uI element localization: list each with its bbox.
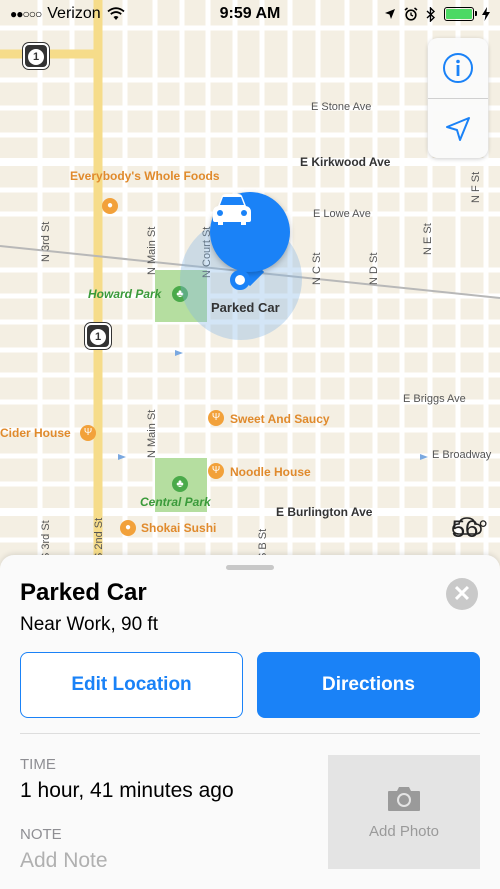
edit-location-button[interactable]: Edit Location [20,652,243,718]
poi-label-cider[interactable]: Cider House [0,426,71,440]
location-tracking-icon [446,116,470,141]
charging-icon [482,7,490,21]
street-label-nf: N F St [470,171,482,203]
street-label-nmain2: N Main St [146,409,158,458]
street-label-nd: N D St [368,252,380,285]
tree-icon[interactable]: ♣ [172,476,188,492]
add-photo-button[interactable]: Add Photo [328,755,480,869]
park-label-central[interactable]: Central Park [140,495,211,509]
street-label-briggs: E Briggs Ave [403,393,466,405]
street-label-kirkwood: E Kirkwood Ave [300,155,391,169]
battery-icon [444,7,477,21]
bluetooth-icon [426,6,436,22]
poi-label-sweet[interactable]: Sweet And Saucy [230,412,330,426]
sheet-grabber[interactable] [226,565,274,570]
divider [20,733,480,734]
street-label-ne: N E St [422,223,434,255]
note-field[interactable]: Add Note [20,849,108,873]
pin-label: Parked Car [211,300,280,315]
close-button[interactable]: ✕ [446,578,478,610]
park-label-howard[interactable]: Howard Park [88,287,161,301]
sushi-icon[interactable]: ● [120,520,136,536]
note-label: NOTE [20,826,62,843]
street-label-broadway: E Broadway [432,449,492,461]
camera-icon [388,786,420,811]
carrier-name: Verizon [47,5,101,22]
poi-label-wholefoods[interactable]: Everybody's Whole Foods [70,170,220,183]
street-label-n3rd: N 3rd St [40,221,52,262]
restaurant-icon[interactable]: Ψ [80,425,96,441]
map-view[interactable]: E Stone Ave E Kirkwood Ave E Lowe Ave E … [0,0,500,560]
info-button[interactable] [428,38,488,98]
parked-car-card: Parked Car Near Work, 90 ft ✕ Edit Locat… [0,555,500,889]
poi-label-noodle[interactable]: Noodle House [230,465,311,479]
restaurant-icon[interactable]: Ψ [208,410,224,426]
location-arrow-icon [385,9,395,19]
street-label-lowe: E Lowe Ave [313,208,371,220]
add-photo-label: Add Photo [368,822,440,840]
wifi-icon [107,7,125,20]
shopping-bag-icon[interactable]: ● [102,198,118,214]
cloud-icon [451,517,482,535]
map-controls [428,38,488,158]
parked-car-pin[interactable] [210,192,290,272]
signal-strength: ●●○○○ [10,7,42,21]
restaurant-icon[interactable]: Ψ [208,463,224,479]
info-icon [443,53,473,83]
card-title: Parked Car [20,579,147,606]
location-dot [230,270,250,290]
street-label-nc: N C St [311,252,323,285]
time-value: 1 hour, 41 minutes ago [20,779,234,802]
highway-shield: 1 [85,323,111,349]
weather-indicator: 56° [452,516,488,544]
highway-shield: 1 [23,43,49,69]
street-label-burlington: E Burlington Ave [276,505,373,519]
street-label-s2nd: S 2nd St [93,517,105,560]
directions-button[interactable]: Directions [257,652,480,718]
close-icon: ✕ [452,581,472,606]
tracking-button[interactable] [428,98,488,158]
car-icon [213,194,251,225]
time-label: TIME [20,756,56,773]
status-bar: ●●○○○ Verizon 9:59 AM [0,0,500,28]
alarm-icon [404,7,418,21]
street-label-nmain1: N Main St [146,226,158,275]
street-label-stone: E Stone Ave [311,101,372,113]
poi-label-shokai[interactable]: Shokai Sushi [141,521,216,535]
card-subtitle: Near Work, 90 ft [20,614,158,635]
